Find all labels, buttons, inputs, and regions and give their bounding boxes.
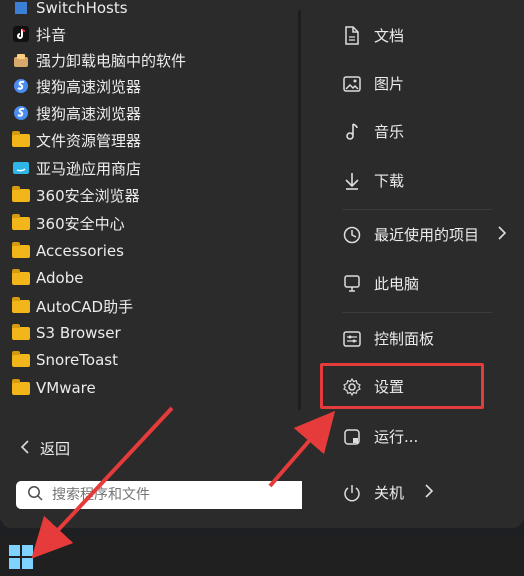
app-folder-autocad[interactable]: AutoCAD助手: [12, 294, 292, 318]
right-item-label: 音乐: [374, 123, 405, 141]
app-label: S3 Browser: [36, 324, 121, 342]
right-item-label: 运行...: [374, 428, 419, 446]
document-icon: [342, 25, 362, 46]
app-folder-s3-browser[interactable]: S3 Browser: [12, 321, 292, 345]
search-box[interactable]: [16, 481, 312, 509]
right-item-label: 此电脑: [374, 275, 420, 293]
app-uninstaller[interactable]: 强力卸载电脑中的软件: [12, 48, 292, 72]
app-label: 360安全中心: [36, 214, 125, 233]
app-switchhosts[interactable]: SwitchHosts: [12, 0, 292, 20]
right-item-downloads[interactable]: 下载: [342, 170, 404, 191]
tiktok-icon: [12, 25, 30, 43]
app-label: SwitchHosts: [36, 0, 128, 17]
sogou-browser-icon: [12, 104, 30, 122]
chevron-left-icon: [20, 439, 30, 458]
start-button[interactable]: [4, 540, 38, 574]
taskbar: [0, 536, 524, 576]
app-label: 文件资源管理器: [36, 131, 142, 150]
control-panel-icon: [342, 329, 362, 349]
right-item-label: 最近使用的项目: [374, 226, 480, 244]
back-button[interactable]: 返回: [20, 438, 70, 459]
chevron-right-icon: [424, 483, 434, 502]
sogou-browser-icon: [12, 77, 30, 95]
right-item-label: 关机: [374, 484, 405, 502]
chevron-right-icon: [497, 225, 507, 244]
right-item-run[interactable]: 运行...: [342, 426, 418, 447]
folder-icon: [12, 296, 30, 315]
scroll-thumb[interactable]: [298, 10, 301, 410]
right-item-power[interactable]: 关机: [342, 482, 434, 503]
app-folder-adobe[interactable]: Adobe: [12, 266, 292, 290]
app-amazon-appstore[interactable]: 亚马逊应用商店: [12, 156, 292, 180]
folder-icon: [12, 130, 30, 149]
uninstaller-icon: [12, 51, 30, 69]
amazon-appstore-icon: [12, 159, 30, 177]
computer-icon: [342, 274, 362, 294]
app-tiktok[interactable]: 抖音: [12, 22, 292, 46]
run-icon: [342, 427, 362, 447]
app-label: VMware: [36, 379, 96, 397]
separator: [342, 312, 492, 313]
download-icon: [342, 171, 362, 191]
separator: [342, 209, 492, 210]
app-folder-snoretoast[interactable]: SnoreToast: [12, 348, 292, 372]
folder-icon: [12, 241, 30, 260]
quick-links-panel: [302, 0, 524, 528]
right-item-documents[interactable]: 文档: [342, 25, 404, 46]
picture-icon: [342, 74, 362, 94]
right-item-label: 下载: [374, 172, 405, 190]
right-item-pictures[interactable]: 图片: [342, 73, 404, 94]
folder-icon: [12, 213, 30, 232]
switchhosts-icon: [12, 0, 30, 17]
search-icon: [26, 484, 44, 506]
app-label: 360安全浏览器: [36, 186, 140, 205]
folder-icon: [12, 268, 30, 287]
app-sogou-1[interactable]: 搜狗高速浏览器: [12, 74, 292, 98]
folder-icon: [12, 350, 30, 369]
app-folder-360-center[interactable]: 360安全中心: [12, 211, 292, 235]
app-label: SnoreToast: [36, 351, 118, 369]
app-label: 亚马逊应用商店: [36, 159, 142, 178]
back-label: 返回: [40, 440, 71, 458]
app-label: AutoCAD助手: [36, 297, 134, 316]
app-sogou-2[interactable]: 搜狗高速浏览器: [12, 101, 292, 125]
app-label: Adobe: [36, 269, 84, 287]
app-label: 强力卸载电脑中的软件: [36, 51, 187, 70]
windows-logo-icon: [9, 545, 33, 569]
app-folder-360-browser[interactable]: 360安全浏览器: [12, 183, 292, 207]
right-item-music[interactable]: 音乐: [342, 121, 404, 142]
app-label: 抖音: [36, 25, 67, 44]
power-icon: [342, 483, 362, 503]
search-input[interactable]: [50, 486, 284, 504]
right-item-label: 文档: [374, 27, 405, 45]
right-item-label: 控制面板: [374, 330, 435, 348]
folder-icon: [12, 323, 30, 342]
start-menu: SwitchHosts 抖音 强力卸载电脑中的软件 搜狗高速浏览器 搜狗高速浏览…: [0, 0, 524, 528]
folder-icon: [12, 378, 30, 397]
right-item-this-pc[interactable]: 此电脑: [342, 273, 419, 294]
right-item-control-panel[interactable]: 控制面板: [342, 328, 434, 349]
app-label: Accessories: [36, 242, 124, 260]
music-icon: [342, 122, 362, 142]
right-item-label: 图片: [374, 75, 405, 93]
right-item-recent[interactable]: 最近使用的项目: [342, 224, 507, 245]
app-label: 搜狗高速浏览器: [36, 77, 142, 96]
app-label: 搜狗高速浏览器: [36, 104, 142, 123]
app-folder-accessories[interactable]: Accessories: [12, 239, 292, 263]
settings-highlight-box: [320, 363, 484, 409]
start-menu-screenshot: SwitchHosts 抖音 强力卸载电脑中的软件 搜狗高速浏览器 搜狗高速浏览…: [0, 0, 524, 576]
all-apps-panel: SwitchHosts 抖音 强力卸载电脑中的软件 搜狗高速浏览器 搜狗高速浏览…: [0, 0, 312, 528]
app-file-explorer[interactable]: 文件资源管理器: [12, 128, 292, 152]
folder-icon: [12, 185, 30, 204]
app-folder-vmware[interactable]: VMware: [12, 376, 292, 400]
recent-icon: [342, 225, 362, 245]
